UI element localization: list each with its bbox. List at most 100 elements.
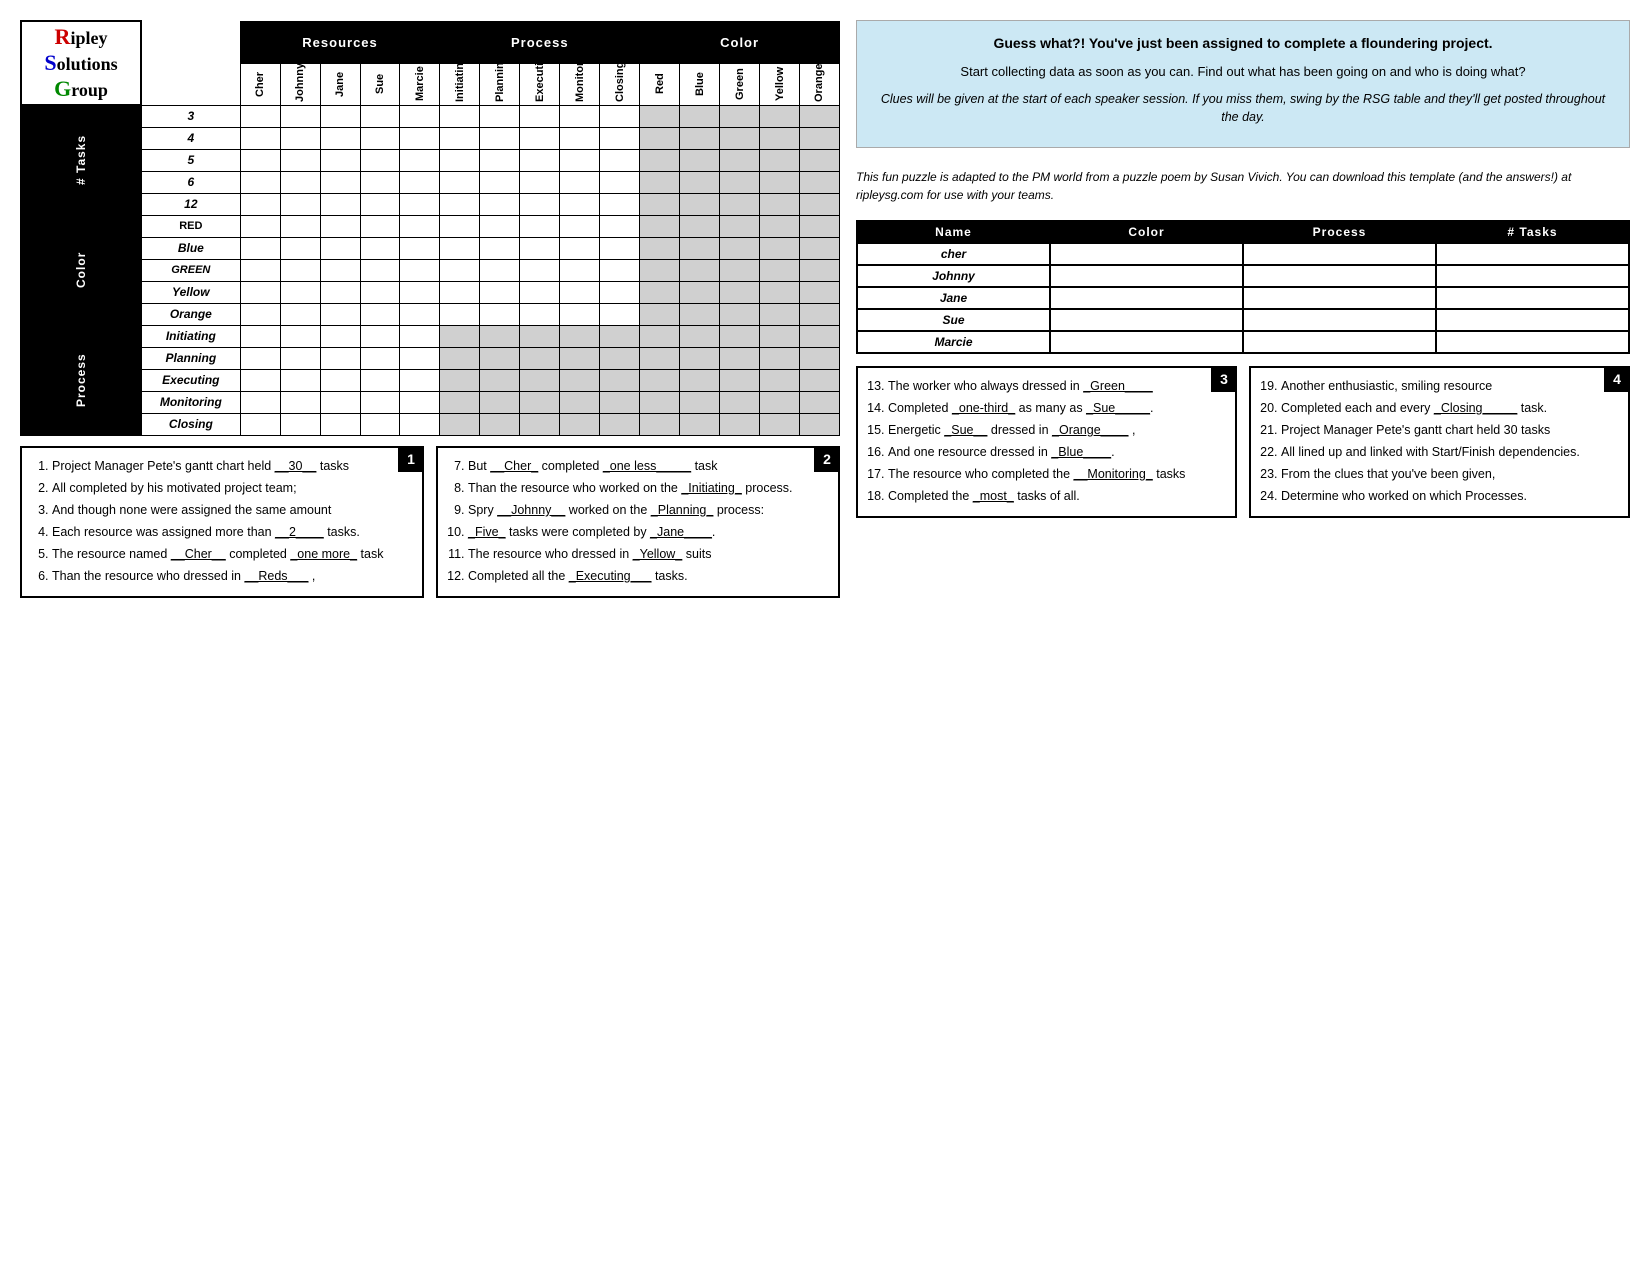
cell (240, 171, 280, 193)
cell (320, 369, 360, 391)
process-row-initiating-label: Initiating (141, 325, 240, 347)
cell-blocked (640, 215, 680, 237)
cell (600, 171, 640, 193)
sum-header-color: Color (1050, 221, 1243, 243)
cell-blocked (680, 325, 720, 347)
cell (520, 149, 560, 171)
cell (360, 215, 400, 237)
cell (520, 171, 560, 193)
col-closing: Closing (600, 63, 640, 105)
cell (600, 215, 640, 237)
cell (560, 259, 600, 281)
clue-2-9: Spry __Johnny__ worked on the _Planning_… (468, 500, 826, 520)
cell (520, 281, 560, 303)
cell-blocked (799, 215, 839, 237)
cell (440, 259, 480, 281)
cell-blocked (760, 193, 800, 215)
cell-blocked (640, 105, 680, 127)
cell (600, 259, 640, 281)
cell-blocked (560, 347, 600, 369)
cell-blocked (720, 391, 760, 413)
clue-3-14: Completed _one-third_ as many as _Sue___… (888, 398, 1223, 418)
cell (600, 105, 640, 127)
clue-box-1: 1 Project Manager Pete's gantt chart hel… (20, 446, 424, 598)
cell (240, 127, 280, 149)
cell (240, 413, 280, 435)
col-monitoring: Monitoring (560, 63, 600, 105)
cell (280, 259, 320, 281)
clue-list-2: But __Cher_ completed _one less_____ tas… (450, 456, 826, 586)
sum-row-johnny-process (1243, 265, 1436, 287)
cell-blocked (680, 281, 720, 303)
cell (280, 171, 320, 193)
cell-blocked (760, 215, 800, 237)
cell-blocked (680, 215, 720, 237)
clue-1-4: Each resource was assigned more than __2… (52, 522, 410, 542)
cell (560, 237, 600, 259)
cell-blocked (480, 413, 520, 435)
cell-blocked (760, 325, 800, 347)
cell-blocked (640, 369, 680, 391)
cell (400, 413, 440, 435)
cell-blocked (640, 347, 680, 369)
credit-text: This fun puzzle is adapted to the PM wor… (856, 168, 1630, 204)
cell-blocked (520, 325, 560, 347)
cell-blocked (720, 369, 760, 391)
cell (360, 171, 400, 193)
clue-box-2: 2 But __Cher_ completed _one less_____ t… (436, 446, 840, 598)
cell (320, 413, 360, 435)
cell-blocked (520, 369, 560, 391)
summary-table: Name Color Process # Tasks cher Johnny J… (856, 220, 1630, 354)
cell-blocked (720, 347, 760, 369)
sum-row-johnny-tasks (1436, 265, 1629, 287)
cell (480, 105, 520, 127)
col-orange: Orange (799, 63, 839, 105)
cell (520, 193, 560, 215)
sum-row-cher-process (1243, 243, 1436, 265)
cell-blocked (799, 325, 839, 347)
sum-row-sue-process (1243, 309, 1436, 331)
cell (360, 391, 400, 413)
cell-blocked (720, 281, 760, 303)
info-box: Guess what?! You've just been assigned t… (856, 20, 1630, 148)
cell-blocked (680, 105, 720, 127)
cell-blocked (680, 259, 720, 281)
process-row-executing-label: Executing (141, 369, 240, 391)
clue-list-1: Project Manager Pete's gantt chart held … (34, 456, 410, 586)
color-header: Color (640, 21, 840, 63)
cell-blocked (760, 391, 800, 413)
cell-blocked (760, 347, 800, 369)
cell (560, 303, 600, 325)
tasks-row-3-label: 3 (141, 105, 240, 127)
cell-blocked (640, 303, 680, 325)
info-headline: Guess what?! You've just been assigned t… (873, 33, 1613, 54)
left-section: Ripley Solutions Group Resources Process… (20, 20, 840, 598)
cell (560, 281, 600, 303)
cell-blocked (480, 325, 520, 347)
cell-blocked (440, 369, 480, 391)
cell (480, 127, 520, 149)
cell-blocked (440, 325, 480, 347)
cell (400, 369, 440, 391)
cell (400, 237, 440, 259)
cell-blocked (799, 259, 839, 281)
cell-blocked (680, 391, 720, 413)
clue-4-24: Determine who worked on which Processes. (1281, 486, 1616, 506)
sum-header-name: Name (857, 221, 1050, 243)
cell-blocked (720, 237, 760, 259)
sum-row-cher-tasks (1436, 243, 1629, 265)
cell-blocked (440, 413, 480, 435)
cell-blocked (760, 171, 800, 193)
cell-blocked (680, 303, 720, 325)
color-section-label: Color (21, 215, 141, 325)
cell (240, 391, 280, 413)
sum-row-jane-process (1243, 287, 1436, 309)
cell (400, 347, 440, 369)
sum-row-sue-color (1050, 309, 1243, 331)
cell (360, 303, 400, 325)
cell (240, 149, 280, 171)
cell (320, 281, 360, 303)
sum-row-jane-tasks (1436, 287, 1629, 309)
cell (240, 215, 280, 237)
cell-blocked (680, 369, 720, 391)
